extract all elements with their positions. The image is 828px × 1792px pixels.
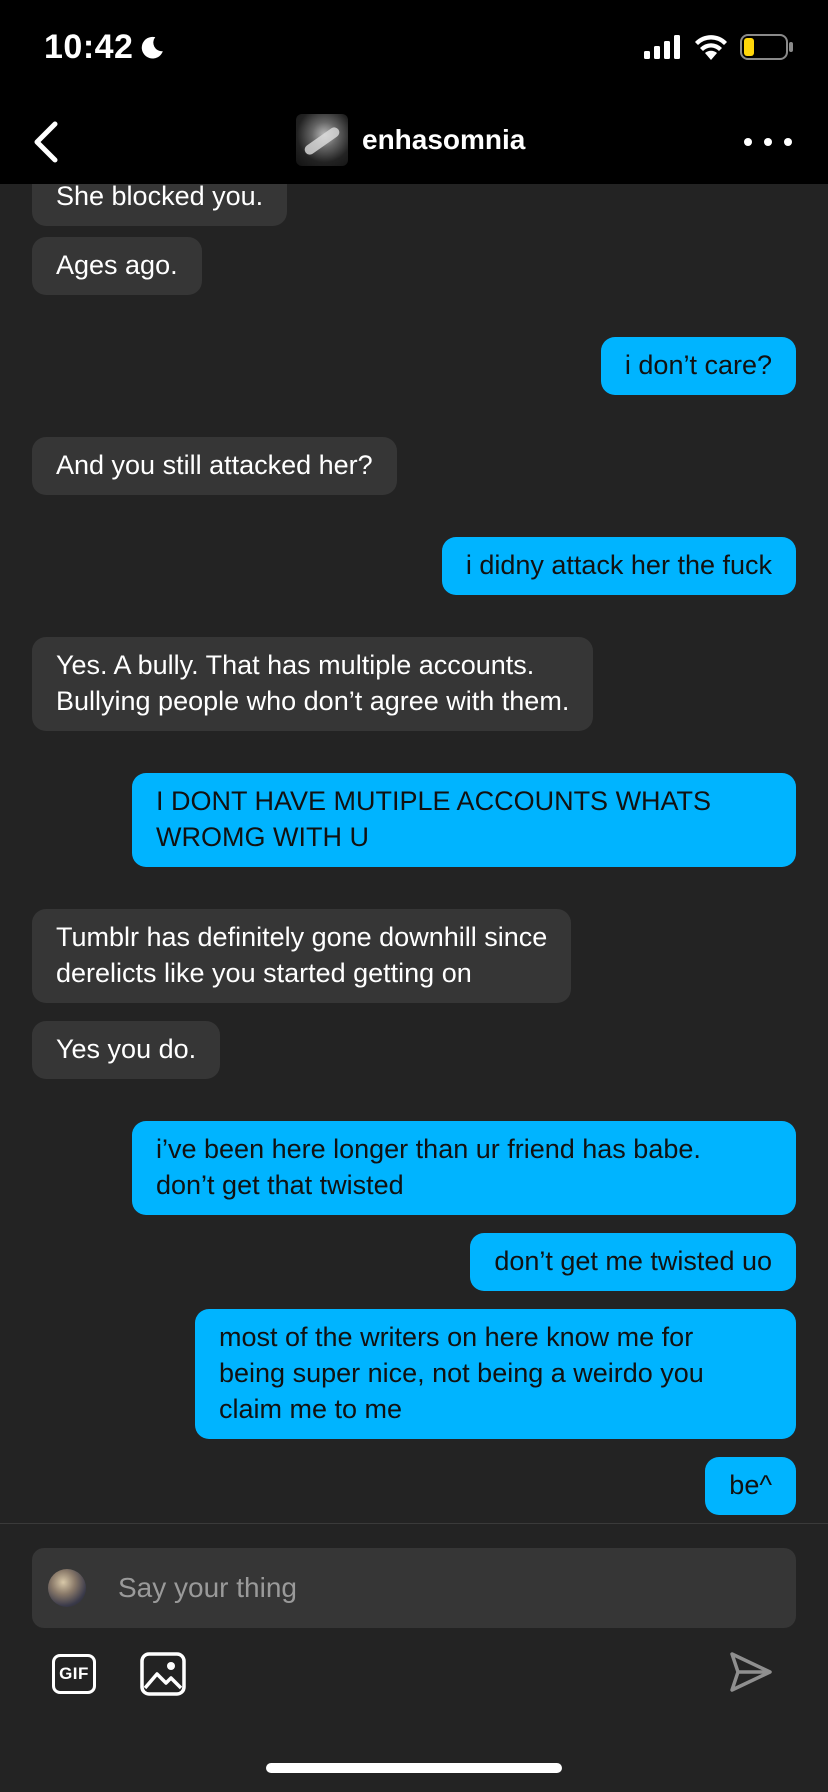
message-sent[interactable]: i didny attack her the fuck — [441, 537, 796, 595]
more-dot — [764, 138, 772, 146]
message-text: i don’t care? — [624, 350, 772, 380]
message-sent[interactable]: i’ve been here longer than ur friend has… — [132, 1121, 796, 1215]
send-icon — [730, 1652, 772, 1692]
message-received[interactable]: And you still attacked her? — [32, 437, 397, 495]
more-horizontal-icon — [744, 138, 752, 146]
battery-low-icon — [740, 34, 793, 60]
message-line: i’ve been here longer than ur friend has… — [156, 1134, 701, 1164]
status-icons — [644, 34, 794, 60]
username[interactable]: enhasomnia — [362, 124, 525, 156]
message-text: don’t get me twisted uo — [494, 1246, 772, 1276]
message-line: Tumblr has definitely gone downhill sinc… — [56, 922, 548, 952]
message-line: Bullying people who don’t agree with the… — [56, 686, 570, 716]
message-sent[interactable]: be^ — [705, 1457, 796, 1515]
message-sent[interactable]: I DONT HAVE MUTIPLE ACCOUNTS WHATS WROMG… — [132, 773, 796, 867]
moon-icon — [142, 36, 164, 59]
message-line: claim me to me — [219, 1394, 403, 1424]
message-received[interactable]: Yes. A bully. That has multiple accounts… — [32, 637, 594, 731]
send-button[interactable] — [726, 1648, 774, 1696]
message-list[interactable]: She blocked you. Ages ago. i don’t care?… — [0, 184, 828, 1524]
chevron-left-icon — [34, 121, 58, 163]
message-text: Ages ago. — [56, 250, 178, 280]
status-time: 10:42 — [44, 28, 165, 67]
status-time-text: 10:42 — [44, 28, 134, 66]
message-received[interactable]: Yes you do. — [32, 1021, 221, 1079]
cellular-signal-icon — [644, 35, 680, 59]
back-button[interactable] — [20, 116, 72, 168]
message-received[interactable]: She blocked you. — [32, 184, 288, 226]
message-line: most of the writers on here know me for — [219, 1322, 694, 1352]
more-dot — [784, 138, 792, 146]
gif-label: GIF — [59, 1664, 89, 1683]
message-input[interactable] — [116, 1571, 760, 1605]
avatar[interactable] — [296, 114, 348, 166]
message-received[interactable]: Tumblr has definitely gone downhill sinc… — [32, 909, 572, 1003]
message-line: don’t get that twisted — [156, 1170, 404, 1200]
conversation-title[interactable]: enhasomnia — [296, 112, 525, 168]
message-line: I DONT HAVE MUTIPLE ACCOUNTS WHATS — [156, 786, 712, 816]
gif-button[interactable]: GIF — [52, 1654, 96, 1694]
message-text: She blocked you. — [56, 184, 264, 211]
more-options-button[interactable] — [744, 126, 792, 158]
message-input-wrapper[interactable] — [32, 1548, 796, 1628]
message-line: derelicts like you started getting on — [56, 958, 472, 988]
conversation-header: enhasomnia — [0, 100, 828, 184]
message-composer: GIF — [0, 1524, 828, 1792]
message-text: And you still attacked her? — [56, 450, 373, 480]
message-line: being super nice, not being a weirdo you — [219, 1358, 704, 1388]
message-received[interactable]: Ages ago. — [32, 237, 202, 295]
home-indicator[interactable] — [266, 1763, 562, 1773]
message-sent[interactable]: most of the writers on here know me for … — [195, 1309, 796, 1439]
message-text: Yes you do. — [56, 1034, 197, 1064]
message-text: i didny attack her the fuck — [465, 550, 772, 580]
message-text: be^ — [729, 1470, 772, 1500]
image-icon — [140, 1652, 186, 1696]
message-line: WROMG WITH U — [156, 822, 369, 852]
message-line: Yes. A bully. That has multiple accounts… — [56, 650, 535, 680]
message-sent[interactable]: i don’t care? — [600, 337, 796, 395]
wifi-icon — [695, 35, 727, 60]
avatar — [48, 1569, 86, 1607]
image-button[interactable] — [140, 1652, 186, 1696]
message-sent[interactable]: don’t get me twisted uo — [470, 1233, 796, 1291]
status-bar: 10:42 — [0, 0, 828, 100]
